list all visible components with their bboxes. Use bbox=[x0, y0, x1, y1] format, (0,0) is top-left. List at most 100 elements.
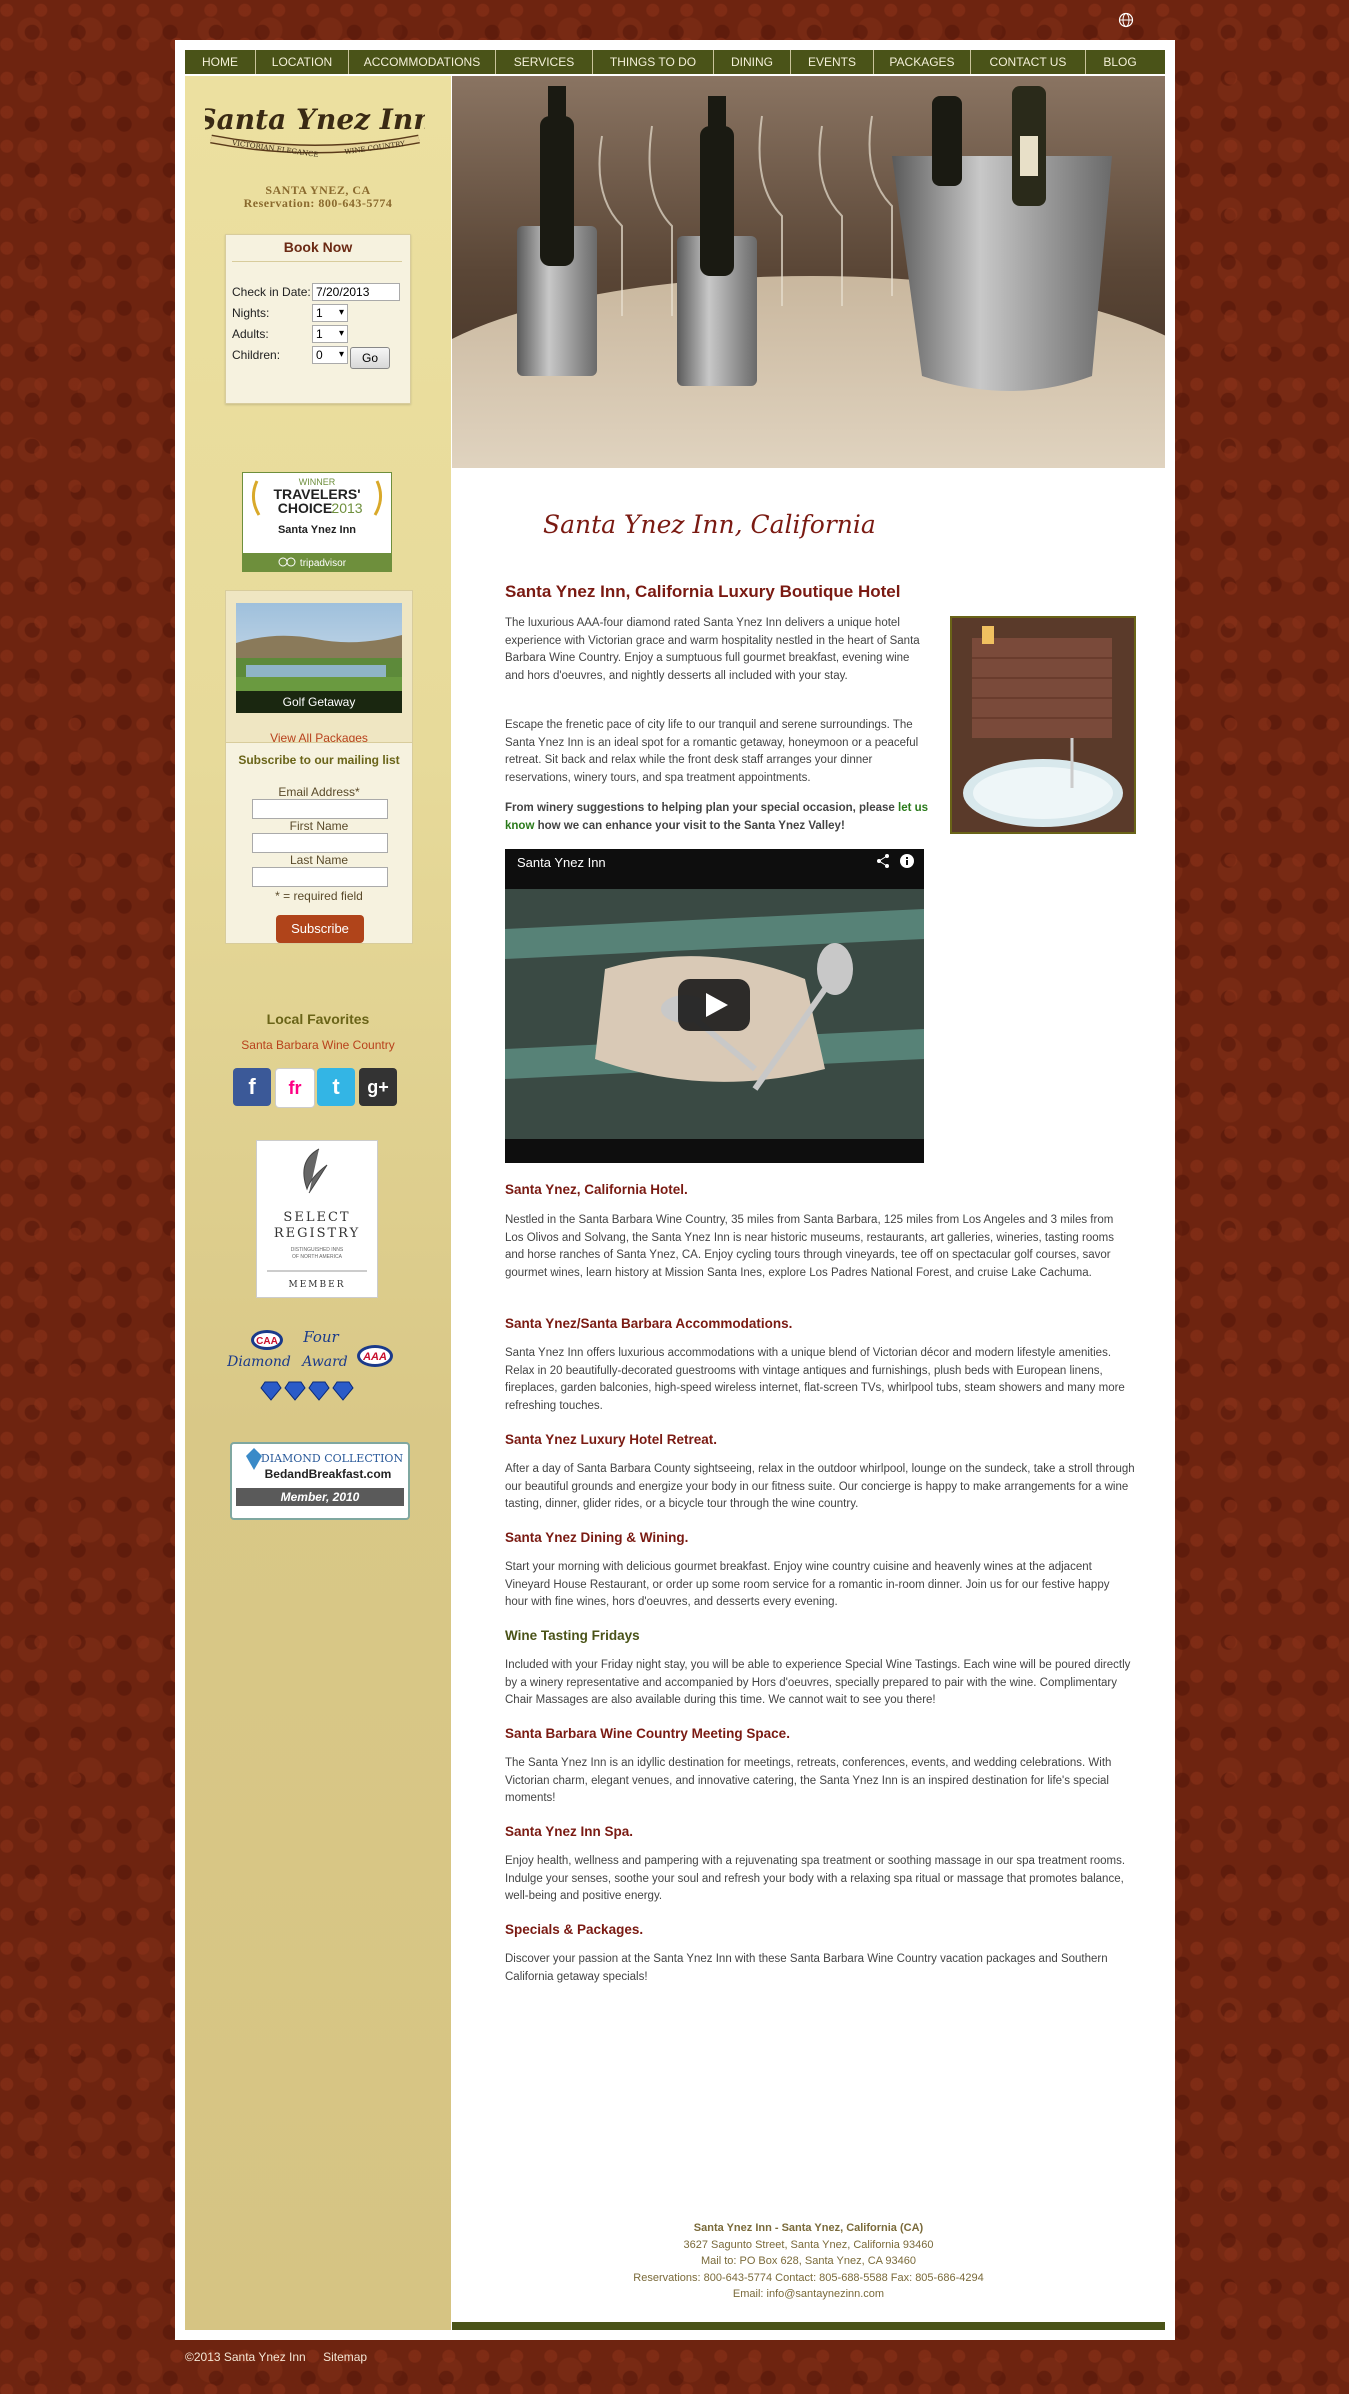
section-heading-meeting: Santa Barbara Wine Country Meeting Space… bbox=[505, 1726, 790, 1741]
copyright-bar: ©2013 Santa Ynez Inn Sitemap bbox=[185, 2350, 381, 2364]
mailing-title: Subscribe to our mailing list bbox=[238, 753, 400, 767]
nav-accommodations[interactable]: ACCOMMODATIONS bbox=[349, 50, 496, 74]
package-promo[interactable]: Golf Getaway View All Packages bbox=[225, 590, 413, 752]
section-body-dining: Start your morning with delicious gourme… bbox=[505, 1561, 1110, 1609]
page-container: HOME LOCATION ACCOMMODATIONS SERVICES TH… bbox=[175, 40, 1175, 2340]
children-label: Children: bbox=[232, 348, 281, 362]
first-name-field[interactable] bbox=[252, 833, 388, 853]
sitemap-link[interactable]: Sitemap bbox=[323, 2350, 367, 2364]
svg-text:VICTORIAN ELEGANCE: VICTORIAN ELEGANCE bbox=[231, 139, 319, 159]
hot-tub-image bbox=[950, 616, 1136, 834]
adults-label: Adults: bbox=[232, 327, 269, 341]
nav-services[interactable]: SERVICES bbox=[496, 50, 593, 74]
diamond-collection-badge[interactable]: DIAMOND COLLECTION BedandBreakfast.com M… bbox=[230, 1442, 410, 1520]
divider bbox=[232, 261, 402, 262]
svg-text:tripadvisor: tripadvisor bbox=[300, 558, 347, 569]
local-favorites-title: Local Favorites bbox=[266, 1011, 370, 1027]
svg-text:SELECT: SELECT bbox=[283, 1210, 350, 1225]
aaa-four-diamond-badge[interactable]: CAA Four Diamond Award AAA bbox=[225, 1326, 411, 1418]
section-body-hotel: Nestled in the Santa Barbara Wine Countr… bbox=[505, 1214, 1114, 1279]
info-icon[interactable] bbox=[899, 853, 915, 874]
svg-text:MEMBER: MEMBER bbox=[289, 1280, 346, 1290]
svg-text:Member, 2010: Member, 2010 bbox=[281, 1490, 360, 1504]
adults-select[interactable]: 1 bbox=[312, 325, 348, 343]
script-title: Santa Ynez Inn, California bbox=[543, 510, 876, 539]
svg-text:Diamond: Diamond bbox=[226, 1354, 291, 1370]
nav-things-to-do[interactable]: THINGS TO DO bbox=[593, 50, 714, 74]
booking-title: Book Now bbox=[283, 239, 353, 255]
last-name-label: Last Name bbox=[289, 853, 349, 867]
footer-mail: Mail to: PO Box 628, Santa Ynez, CA 9346… bbox=[700, 2255, 917, 2267]
select-registry-badge[interactable]: SELECT REGISTRY DISTINGUISHED INNS OF NO… bbox=[256, 1140, 378, 1298]
main-nav: HOME LOCATION ACCOMMODATIONS SERVICES TH… bbox=[185, 50, 1165, 74]
nav-contact-us[interactable]: CONTACT US bbox=[971, 50, 1086, 74]
nav-packages[interactable]: PACKAGES bbox=[874, 50, 971, 74]
video-title[interactable]: Santa Ynez Inn bbox=[517, 855, 606, 870]
checkin-date-input[interactable]: 7/20/2013 bbox=[312, 283, 400, 301]
section-heading-accommodations: Santa Ynez/Santa Barbara Accommodations. bbox=[505, 1316, 793, 1331]
footer-phones: Reservations: 800-643-5774 Contact: 805-… bbox=[633, 2271, 984, 2284]
section-heading-wine-tasting: Wine Tasting Fridays bbox=[505, 1628, 640, 1643]
nav-location[interactable]: LOCATION bbox=[256, 50, 349, 74]
email-label: Email Address* bbox=[278, 785, 360, 799]
svg-text:CAA: CAA bbox=[256, 1336, 278, 1347]
email-field[interactable] bbox=[252, 799, 388, 819]
nav-blog[interactable]: BLOG bbox=[1086, 50, 1154, 74]
section-heading-specials: Specials & Packages. bbox=[505, 1922, 644, 1937]
svg-text:AAA: AAA bbox=[362, 1351, 387, 1363]
nav-dining[interactable]: DINING bbox=[714, 50, 791, 74]
section-body-specials: Discover your passion at the Santa Ynez … bbox=[505, 1953, 1108, 1983]
globe-icon[interactable] bbox=[1118, 12, 1134, 28]
wine-country-link[interactable]: Santa Barbara Wine Country bbox=[185, 1038, 451, 1052]
svg-text:Award: Award bbox=[300, 1354, 348, 1370]
footer-name: Santa Ynez Inn - Santa Ynez, California … bbox=[693, 2222, 924, 2234]
site-logo[interactable]: Santa Ynez Inn VICTORIAN ELEGANCE WINE C… bbox=[196, 101, 433, 161]
share-icon[interactable] bbox=[875, 853, 891, 872]
reservation-phone[interactable]: Reservation: 800-643-5774 bbox=[185, 197, 451, 210]
svg-text:BedandBreakfast.com: BedandBreakfast.com bbox=[265, 1467, 392, 1481]
section-body-meeting: The Santa Ynez Inn is an idyllic destina… bbox=[505, 1757, 1112, 1805]
hero-image-wine-table bbox=[452, 76, 1165, 468]
svg-text:OF NORTH AMERICA: OF NORTH AMERICA bbox=[292, 1254, 343, 1260]
required-note: * = required field bbox=[275, 889, 363, 903]
footer-email[interactable]: Email: info@santaynezinn.com bbox=[452, 2286, 1165, 2303]
svg-text:CHOICE: CHOICE bbox=[278, 500, 332, 516]
svg-text:Santa Ynez Inn: Santa Ynez Inn bbox=[278, 524, 356, 536]
video-player[interactable]: Santa Ynez Inn bbox=[505, 849, 924, 1163]
location-info: SANTA YNEZ, CA Reservation: 800-643-5774 bbox=[185, 184, 451, 210]
intro-paragraph-3: From winery suggestions to helping plan … bbox=[505, 802, 929, 832]
first-name-label: First Name bbox=[289, 819, 349, 833]
section-body-retreat: After a day of Santa Barbara County sigh… bbox=[505, 1463, 1135, 1511]
section-heading-dining: Santa Ynez Dining & Wining. bbox=[505, 1530, 689, 1545]
footer-address: 3627 Sagunto Street, Santa Ynez, Califor… bbox=[683, 2238, 934, 2251]
svg-text:Four: Four bbox=[302, 1328, 339, 1346]
play-icon[interactable] bbox=[678, 979, 750, 1036]
nights-label: Nights: bbox=[232, 306, 270, 320]
logo-text: Santa Ynez Inn bbox=[205, 103, 425, 136]
nights-select[interactable]: 1 bbox=[312, 304, 348, 322]
package-caption: Golf Getaway bbox=[236, 691, 402, 713]
last-name-field[interactable] bbox=[252, 867, 388, 887]
svg-text:DIAMOND COLLECTION: DIAMOND COLLECTION bbox=[261, 1452, 404, 1465]
flickr-icon[interactable]: fr bbox=[275, 1068, 315, 1108]
copyright-text: ©2013 Santa Ynez Inn bbox=[185, 2350, 306, 2364]
sidebar: Santa Ynez Inn VICTORIAN ELEGANCE WINE C… bbox=[185, 76, 451, 2330]
facebook-icon[interactable]: f bbox=[233, 1068, 271, 1106]
intro-paragraph-1: The luxurious AAA-four diamond rated San… bbox=[505, 617, 920, 682]
section-heading-hotel: Santa Ynez, California Hotel. bbox=[505, 1182, 688, 1197]
footer-bar bbox=[452, 2322, 1165, 2330]
tripadvisor-badge[interactable]: WINNER TRAVELERS' CHOICE 2013 Santa Ynez… bbox=[242, 472, 392, 572]
subscribe-button[interactable]: Subscribe bbox=[276, 915, 364, 943]
section-heading-retreat: Santa Ynez Luxury Hotel Retreat. bbox=[505, 1432, 718, 1447]
children-select[interactable]: 0 bbox=[312, 346, 348, 364]
section-body-wine-tasting: Included with your Friday night stay, yo… bbox=[505, 1659, 1131, 1707]
svg-text:DISTINGUISHED INNS: DISTINGUISHED INNS bbox=[291, 1247, 344, 1253]
go-button[interactable]: Go bbox=[350, 347, 390, 369]
page-title: Santa Ynez Inn, California Luxury Boutiq… bbox=[505, 582, 901, 601]
intro-paragraph-2: Escape the frenetic pace of city life to… bbox=[505, 719, 919, 784]
twitter-icon[interactable]: t bbox=[317, 1068, 355, 1106]
nav-events[interactable]: EVENTS bbox=[791, 50, 874, 74]
google-plus-icon[interactable]: g+ bbox=[359, 1068, 397, 1106]
nav-home[interactable]: HOME bbox=[185, 50, 256, 74]
mailing-list-form: Subscribe to our mailing list Email Addr… bbox=[225, 742, 413, 944]
